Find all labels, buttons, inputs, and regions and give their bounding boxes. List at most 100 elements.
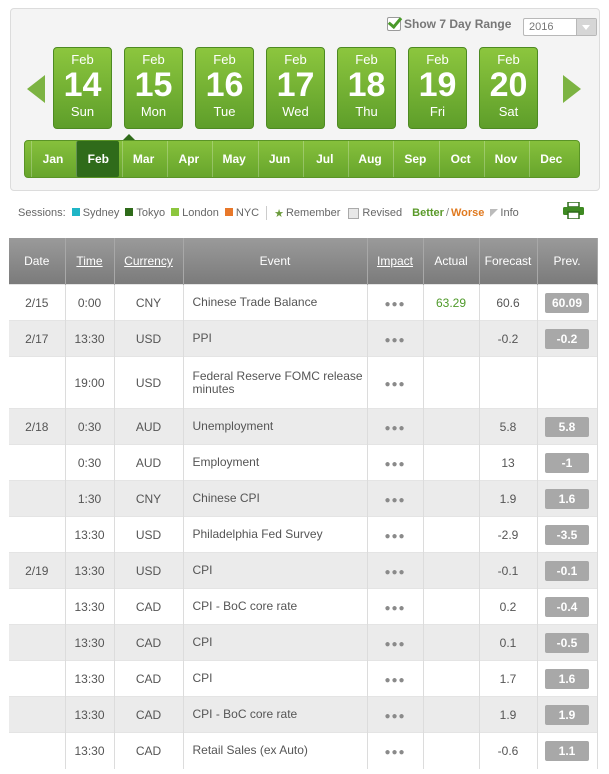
cell-event: CPI (183, 660, 368, 697)
header-impact-label[interactable]: Impact (377, 254, 413, 268)
chevron-down-icon[interactable] (576, 19, 596, 35)
cell-prev: 1.1 (537, 732, 598, 769)
day-weekday: Sat (498, 104, 519, 119)
session-tokyo: Tokyo (136, 207, 166, 219)
table-header-row: Date Time Currency Event Impact Actual F… (9, 238, 598, 285)
table-row[interactable]: 13:30 CAD Retail Sales (ex Auto) ●●● -0.6 1.1 (9, 732, 598, 769)
checkbox-check-icon[interactable] (387, 17, 401, 31)
table-row[interactable]: 0:30 AUD Employment ●●● 13 -1 (9, 444, 598, 481)
table-row[interactable]: 2/15 0:00 CNY Chinese Trade Balance ●●● 63.29… (9, 284, 598, 321)
table-row[interactable]: 13:30 CAD CPI - BoC core rate ●●● 0.2 -0.4 (9, 588, 598, 625)
header-time[interactable]: Time (65, 238, 115, 285)
previous-week-arrow-icon[interactable] (27, 75, 45, 103)
impact-dots-icon: ●●● (384, 710, 406, 722)
table-row[interactable]: 2/18 0:30 AUD Unemployment ●●● 5.8 5.8 (9, 408, 598, 445)
cell-event: Employment (183, 444, 368, 481)
print-icon[interactable] (563, 202, 584, 219)
prev-value-badge: 60.09 (545, 292, 589, 313)
month-tab-may[interactable]: May (212, 141, 255, 177)
month-tab-nov[interactable]: Nov (484, 141, 527, 177)
month-tab-jul[interactable]: Jul (302, 141, 346, 177)
impact-dots-icon: ●●● (384, 458, 406, 470)
cell-prev: 5.8 (537, 408, 598, 445)
economic-calendar-table: Date Time Currency Event Impact Actual F… (9, 238, 598, 769)
cell-impact: ●●● (367, 516, 424, 553)
cell-currency: CNY (114, 284, 184, 321)
cell-currency: AUD (114, 444, 184, 481)
table-row[interactable]: 13:30 CAD CPI ●●● 0.1 -0.5 (9, 624, 598, 661)
day-tile-18[interactable]: Feb 18 Thu (337, 47, 396, 129)
day-tile-17[interactable]: Feb 17 Wed (266, 47, 325, 129)
cell-currency: USD (114, 552, 184, 589)
cell-impact: ●●● (367, 588, 424, 625)
cell-event: Chinese Trade Balance (183, 284, 368, 321)
day-tile-16[interactable]: Feb 16 Tue (195, 47, 254, 129)
better-label: Better (412, 207, 444, 219)
month-tab-dec[interactable]: Dec (529, 141, 572, 177)
impact-dots-icon: ●●● (384, 422, 406, 434)
month-tab-aug[interactable]: Aug (348, 141, 391, 177)
cell-event: Philadelphia Fed Survey (183, 516, 368, 553)
info-icon (490, 209, 499, 217)
header-impact[interactable]: Impact (367, 238, 424, 285)
show-7-day-range-label: Show 7 Day Range (404, 17, 512, 31)
cell-date: 2/17 (9, 320, 66, 357)
month-tab-oct[interactable]: Oct (438, 141, 482, 177)
revised-label: Revised (362, 207, 403, 219)
next-week-arrow-icon[interactable] (563, 75, 581, 103)
day-tile-20[interactable]: Feb 20 Sat (479, 47, 538, 129)
cell-forecast (479, 356, 538, 409)
year-select[interactable]: 2016 (523, 18, 597, 36)
cell-date (9, 660, 66, 697)
cell-event: CPI - BoC core rate (183, 696, 368, 733)
cell-actual (423, 624, 480, 661)
header-date: Date (9, 238, 66, 285)
calendar-panel: Show 7 Day Range 2016 Feb 14 Sun Feb 15 Mon Fe… (10, 8, 600, 191)
day-tile-15[interactable]: Feb 15 Mon (124, 47, 183, 129)
cell-forecast: 0.1 (479, 624, 538, 661)
prev-value-badge: -0.4 (545, 596, 589, 617)
day-tile-14[interactable]: Feb 14 Sun (53, 47, 112, 129)
cell-time: 0:30 (65, 444, 115, 481)
cell-impact: ●●● (367, 356, 424, 409)
prev-value-badge: 1.1 (545, 740, 589, 761)
header-currency[interactable]: Currency (114, 238, 184, 285)
table-body: 2/15 0:00 CNY Chinese Trade Balance ●●● 63.29… (9, 284, 598, 769)
cell-date (9, 356, 66, 409)
month-tab-jun[interactable]: Jun (257, 141, 301, 177)
sessions-list: Sydney Tokyo London NYC (66, 207, 259, 219)
cell-prev: 60.09 (537, 284, 598, 321)
cell-impact: ●●● (367, 696, 424, 733)
header-time-label[interactable]: Time (76, 254, 102, 268)
month-tab-jan[interactable]: Jan (31, 141, 74, 177)
table-row[interactable]: 2/19 13:30 USD CPI ●●● -0.1 -0.1 (9, 552, 598, 589)
table-row[interactable]: 2/17 13:30 USD PPI ●●● -0.2 -0.2 (9, 320, 598, 357)
prev-value-badge: 1.6 (545, 668, 589, 689)
cell-time: 0:30 (65, 408, 115, 445)
header-currency-label[interactable]: Currency (124, 254, 173, 268)
month-tab-sep[interactable]: Sep (393, 141, 436, 177)
cell-forecast: 1.9 (479, 480, 538, 517)
month-tab-apr[interactable]: Apr (166, 141, 210, 177)
table-row[interactable]: 13:30 CAD CPI - BoC core rate ●●● 1.9 1.9 (9, 696, 598, 733)
month-bar: Jan Feb Mar Apr May Jun Jul Aug Sep Oct Nov Dec (24, 140, 580, 178)
month-tab-feb[interactable]: Feb (76, 141, 120, 177)
day-number: 19 (418, 66, 457, 104)
table-row[interactable]: 13:30 CAD CPI ●●● 1.7 1.6 (9, 660, 598, 697)
table-row[interactable]: 13:30 USD Philadelphia Fed Survey ●●● -2.9 -3… (9, 516, 598, 553)
table-row[interactable]: 1:30 CNY Chinese CPI ●●● 1.9 1.6 (9, 480, 598, 517)
cell-forecast: -0.2 (479, 320, 538, 357)
sessions-label: Sessions: (18, 207, 66, 219)
show-7-day-range-checkbox[interactable]: Show 7 Day Range (387, 17, 511, 31)
cell-time: 1:30 (65, 480, 115, 517)
cell-actual (423, 480, 480, 517)
cell-currency: USD (114, 320, 184, 357)
cell-time: 13:30 (65, 660, 115, 697)
month-tab-mar[interactable]: Mar (121, 141, 165, 177)
remember-label: Remember (285, 207, 341, 219)
header-actual: Actual (423, 238, 480, 285)
day-number: 20 (489, 66, 528, 104)
table-row[interactable]: 19:00 USD Federal Reserve FOMC release min… (9, 356, 598, 409)
day-tile-19[interactable]: Feb 19 Fri (408, 47, 467, 129)
cell-currency: CAD (114, 588, 184, 625)
